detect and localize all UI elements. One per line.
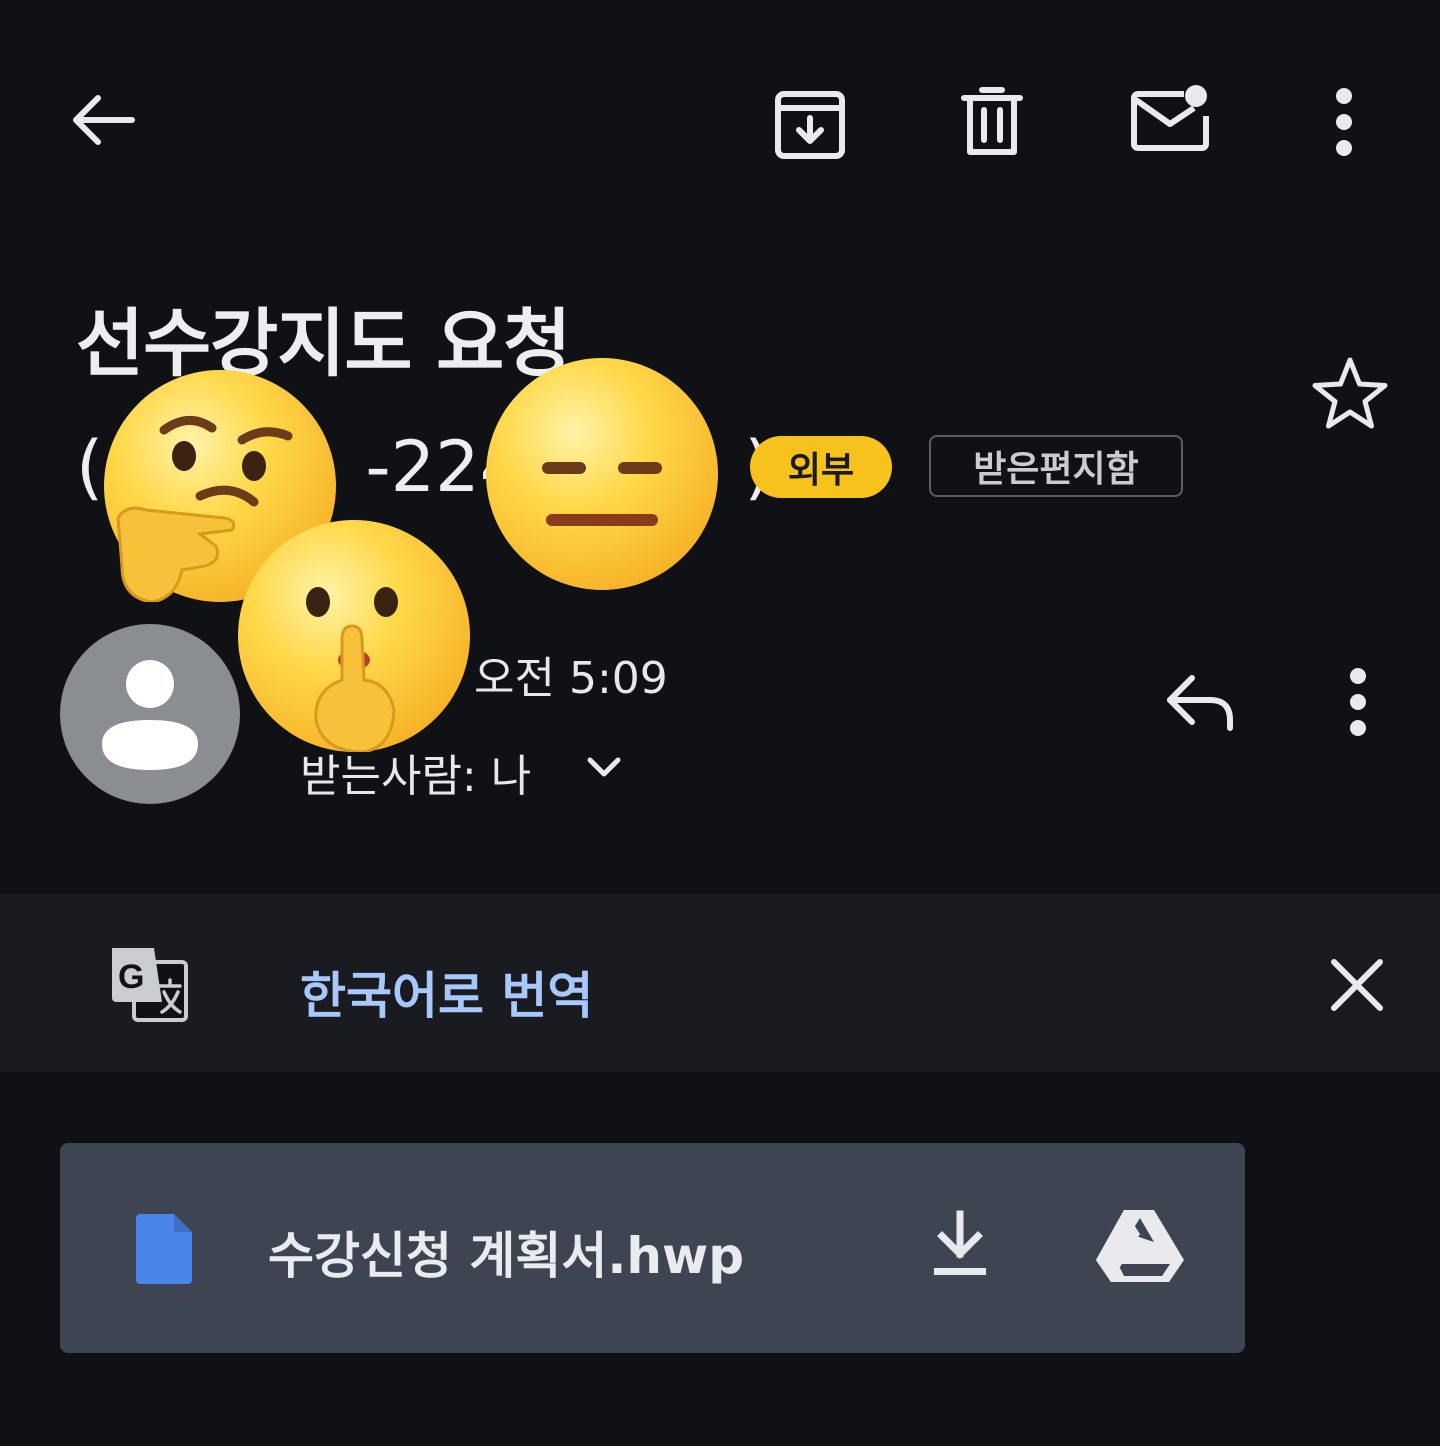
sender-avatar[interactable] bbox=[60, 624, 240, 804]
shushing-face-emoji bbox=[238, 520, 470, 752]
google-drive-icon bbox=[1096, 1210, 1184, 1282]
attachment-file-name: 수강신청 계획서.hwp bbox=[268, 1227, 744, 1285]
reply-button[interactable] bbox=[1158, 660, 1242, 744]
archive-icon bbox=[775, 91, 845, 159]
close-translate-button[interactable] bbox=[1324, 952, 1390, 1018]
mark-unread-icon bbox=[1131, 85, 1209, 151]
star-icon bbox=[1312, 357, 1388, 429]
translate-link[interactable]: 한국어로 번역 bbox=[300, 956, 593, 1028]
more-options-button[interactable] bbox=[1316, 84, 1372, 160]
save-to-drive-button[interactable] bbox=[1094, 1206, 1186, 1286]
close-icon bbox=[1331, 959, 1383, 1011]
person-icon bbox=[102, 660, 198, 770]
file-icon bbox=[134, 1210, 196, 1286]
expressionless-face-emoji bbox=[486, 358, 718, 590]
subject-open-paren: ( bbox=[76, 426, 104, 508]
chevron-down-icon bbox=[587, 757, 621, 777]
message-more-button[interactable] bbox=[1330, 664, 1386, 740]
external-badge: 외부 bbox=[750, 436, 892, 498]
archive-button[interactable] bbox=[768, 80, 852, 164]
star-button[interactable] bbox=[1306, 350, 1394, 438]
svg-text:G: G bbox=[118, 958, 144, 996]
translate-bar bbox=[0, 894, 1440, 1072]
delete-button[interactable] bbox=[950, 80, 1034, 164]
folder-label-chip[interactable]: 받은편지함 bbox=[929, 435, 1183, 497]
google-translate-icon: G bbox=[108, 944, 190, 1024]
mark-unread-button[interactable] bbox=[1124, 78, 1216, 166]
message-time: 오전 5:09 bbox=[474, 653, 668, 704]
download-icon bbox=[934, 1210, 986, 1275]
more-vert-icon bbox=[1350, 668, 1366, 736]
reply-icon bbox=[1167, 675, 1233, 731]
trash-icon bbox=[961, 87, 1023, 155]
more-vert-icon bbox=[1336, 88, 1352, 156]
recipient-summary[interactable]: 받는사람: 나 bbox=[300, 740, 531, 804]
expand-details-button[interactable] bbox=[582, 744, 626, 788]
back-button[interactable] bbox=[62, 80, 142, 160]
arrow-back-icon bbox=[73, 95, 135, 145]
download-button[interactable] bbox=[926, 1208, 994, 1282]
